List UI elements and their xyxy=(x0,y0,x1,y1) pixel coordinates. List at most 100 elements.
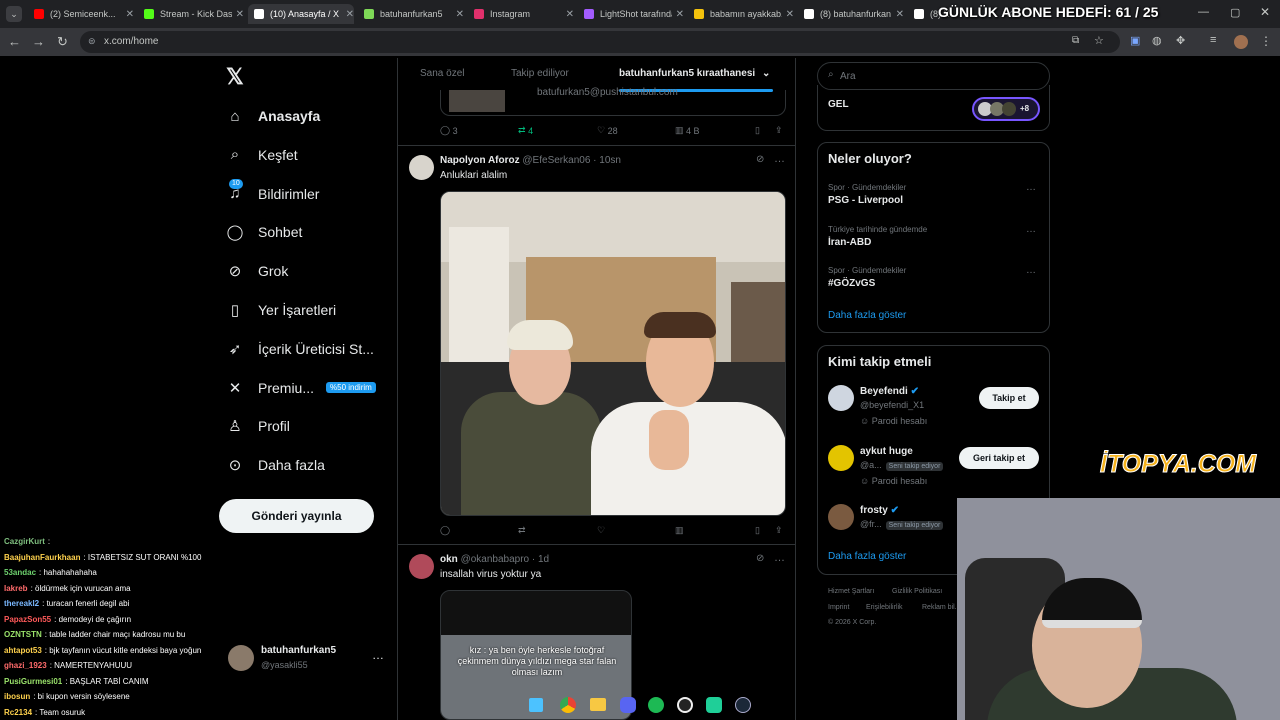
share-icon[interactable]: ⇪ xyxy=(775,525,783,536)
tab-close-icon[interactable]: ✕ xyxy=(236,9,244,20)
grok-icon[interactable]: ⊘ xyxy=(756,154,764,165)
tweet-author[interactable]: okn xyxy=(440,554,458,565)
follow-avatar[interactable] xyxy=(828,504,854,530)
window-minimize-icon[interactable]: — xyxy=(1198,6,1209,18)
discord-icon[interactable] xyxy=(620,697,636,713)
reading-list-icon[interactable]: ≡ xyxy=(1210,34,1216,46)
browser-menu-icon[interactable]: ⋮ xyxy=(1260,34,1272,48)
tweet-photo[interactable] xyxy=(440,191,786,516)
trend-more-icon[interactable]: … xyxy=(1026,182,1036,193)
window-maximize-icon[interactable]: ▢ xyxy=(1230,6,1240,19)
bookmark-star-icon[interactable]: ☆ xyxy=(1094,34,1104,47)
app-icon[interactable] xyxy=(706,697,722,713)
sidebar-item-more[interactable]: ⊙ Daha fazla xyxy=(226,451,325,479)
footer-link[interactable]: Gizlilik Politikası xyxy=(892,588,942,595)
tab-list-icon[interactable]: ⌄ xyxy=(6,6,22,22)
top-tweet-card[interactable]: batufurkan5@pushistanbul.com xyxy=(440,87,786,116)
account-more-icon[interactable]: … xyxy=(372,648,384,662)
sidebar-item-rocket[interactable]: ➶ İçerik Üreticisi St... xyxy=(226,335,374,363)
follow-avatar[interactable] xyxy=(828,385,854,411)
trends-show-more[interactable]: Daha fazla göster xyxy=(828,310,906,321)
browser-tab[interactable]: batuhanfurkan5 ✕ xyxy=(358,4,464,24)
repost-action[interactable]: ⇄ xyxy=(518,525,526,536)
trend-more-icon[interactable]: … xyxy=(1026,224,1036,235)
follow-name[interactable]: aykut huge xyxy=(860,446,913,457)
follow-name[interactable]: Beyefendi ✔ xyxy=(860,386,919,397)
back-icon[interactable]: ← xyxy=(8,34,21,49)
follow-avatar[interactable] xyxy=(828,444,854,471)
share-icon[interactable]: ⇪ xyxy=(775,125,783,136)
tab-close-icon[interactable]: ✕ xyxy=(456,9,464,20)
footer-link[interactable]: Imprint xyxy=(828,604,849,611)
browser-tab[interactable]: (10) Anasayfa / X ✕ xyxy=(248,4,354,24)
footer-link[interactable]: Hizmet Şartları xyxy=(828,588,874,595)
browser-tab[interactable]: (2) Semiceenk... ✕ xyxy=(28,4,134,24)
live-participants[interactable]: +8 xyxy=(972,97,1040,121)
bookmark-action-icon[interactable]: ▯ xyxy=(755,525,760,536)
like-action[interactable]: ♡ 28 xyxy=(597,125,618,136)
sidebar-item-grok[interactable]: ⊘ Grok xyxy=(226,257,289,285)
trend-item[interactable]: #GÖZvGS xyxy=(828,278,875,289)
tweet-more-icon[interactable]: … xyxy=(774,552,785,564)
tab-close-icon[interactable]: ✕ xyxy=(786,9,794,20)
windows-start-icon[interactable] xyxy=(529,698,543,712)
chrome-icon[interactable] xyxy=(560,697,576,713)
reload-icon[interactable]: ↻ xyxy=(57,34,68,50)
url-input[interactable]: ⊜ x.com/home ⧉ ☆ xyxy=(80,31,1120,53)
spotify-icon[interactable] xyxy=(648,697,664,713)
profile-avatar-icon[interactable] xyxy=(1234,35,1248,49)
tweet-author[interactable]: Napolyon Aforoz xyxy=(440,155,520,166)
extension2-icon[interactable]: ◍ xyxy=(1152,34,1162,47)
sidebar-item-bookmark[interactable]: ▯ Yer İşaretleri xyxy=(226,296,336,324)
trend-more-icon[interactable]: … xyxy=(1026,265,1036,276)
browser-tab[interactable]: Instagram ✕ xyxy=(468,4,574,24)
tweet[interactable]: Napolyon Aforoz @EfeSerkan06 · 10sn ⊘ … … xyxy=(398,147,795,545)
site-info-icon[interactable]: ⊜ xyxy=(88,36,96,47)
sidebar-item-home[interactable]: ⌂ Anasayfa xyxy=(226,102,320,130)
grok-icon[interactable]: ⊘ xyxy=(756,553,764,564)
tab-close-icon[interactable]: ✕ xyxy=(896,9,904,20)
browser-tab[interactable]: LightShot tarafından ✕ xyxy=(578,4,684,24)
steam-icon[interactable] xyxy=(735,697,751,713)
forward-icon[interactable]: → xyxy=(32,34,45,49)
follow-button[interactable]: Takip et xyxy=(979,387,1039,409)
extensions-puzzle-icon[interactable]: ✥ xyxy=(1176,34,1185,47)
live-card[interactable]: GEL +8 xyxy=(817,85,1050,131)
footer-link[interactable]: Reklam bil... xyxy=(922,604,961,611)
tab-close-icon[interactable]: ✕ xyxy=(346,9,354,20)
views-action[interactable]: ▥ xyxy=(675,525,684,536)
x-logo-icon[interactable]: 𝕏 xyxy=(226,64,244,90)
top-tweet[interactable]: batufurkan5@pushistanbul.com ◯ 3 ⇄ 4 ♡ 2… xyxy=(398,87,795,146)
tab-close-icon[interactable]: ✕ xyxy=(676,9,684,20)
tab-following[interactable]: Takip ediliyor xyxy=(511,68,569,79)
file-explorer-icon[interactable] xyxy=(590,698,606,711)
repost-action[interactable]: ⇄ 4 xyxy=(518,125,533,136)
sidebar-item-x[interactable]: ✕ Premiu... %50 indirim xyxy=(226,374,376,402)
views-action[interactable]: ▥ 4 B xyxy=(675,125,700,136)
install-icon[interactable]: ⧉ xyxy=(1072,35,1079,46)
tab-for-you[interactable]: Sana özel xyxy=(420,68,464,79)
bookmark-action-icon[interactable]: ▯ xyxy=(755,125,760,136)
account-switcher[interactable]: batuhanfurkan5 @yasakli55 … xyxy=(222,638,388,678)
extension-icon[interactable]: ▣ xyxy=(1130,34,1140,47)
tab-close-icon[interactable]: ✕ xyxy=(126,9,134,20)
browser-tab[interactable]: Stream - Kick Dash ✕ xyxy=(138,4,244,24)
browser-tab[interactable]: babamın ayakkab... ✕ xyxy=(688,4,794,24)
follow-back-button[interactable]: Geri takip et xyxy=(959,446,1039,469)
sidebar-item-search[interactable]: ⌕ Keşfet xyxy=(226,141,298,169)
browser-tab[interactable]: (8) batuhanfurkan ✕ xyxy=(798,4,904,24)
tweet-more-icon[interactable]: … xyxy=(774,153,785,165)
sidebar-item-bell[interactable]: ♫ Bildirimler 10 xyxy=(226,178,319,208)
like-action[interactable]: ♡ xyxy=(597,525,605,536)
reply-action[interactable]: ◯ 3 xyxy=(440,125,458,136)
reply-action[interactable]: ◯ xyxy=(440,525,450,536)
sidebar-item-chat[interactable]: ◯ Sohbet xyxy=(226,218,303,246)
trend-item[interactable]: PSG - Liverpool xyxy=(828,195,903,206)
sidebar-item-person[interactable]: ♙ Profil xyxy=(226,412,290,440)
obs-icon[interactable] xyxy=(677,697,693,713)
tab-community[interactable]: batuhanfurkan5 kıraathanesi ⌄ xyxy=(619,68,770,79)
footer-link[interactable]: Erişilebilirlik xyxy=(866,604,903,611)
follow-name[interactable]: frosty ✔ xyxy=(860,505,899,516)
trend-item[interactable]: İran-ABD xyxy=(828,237,871,248)
window-close-icon[interactable]: ✕ xyxy=(1260,5,1270,19)
